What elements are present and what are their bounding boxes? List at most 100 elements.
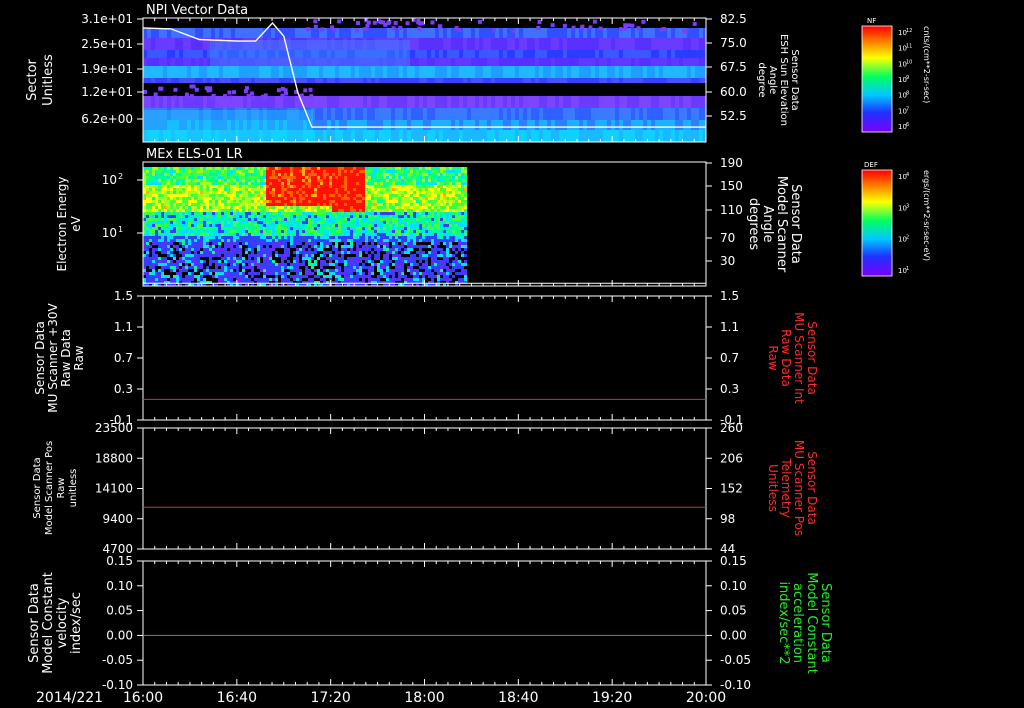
heatmap-cell: [254, 197, 258, 201]
heatmap-cell: [212, 236, 216, 240]
heatmap-cell: [326, 215, 330, 219]
heatmap-cell: [161, 227, 165, 231]
heatmap-cell: [531, 130, 536, 142]
heatmap-cell: [338, 179, 342, 183]
heatmap-cell: [344, 179, 348, 183]
heatmap-cell: [365, 206, 369, 210]
heatmap-cell: [197, 263, 201, 267]
heatmap-cell: [627, 28, 632, 38]
heatmap-cell: [230, 278, 234, 282]
heatmap-cell: [307, 66, 312, 78]
heatmap-cell: [377, 203, 381, 207]
heatmap-cell: [699, 130, 704, 142]
heatmap-cell: [245, 227, 249, 231]
heatmap-cell: [311, 66, 316, 78]
heatmap-cell: [248, 179, 252, 183]
heatmap-cell: [251, 227, 255, 231]
heatmap-cell: [239, 260, 243, 264]
heatmap-cell: [200, 215, 204, 219]
heatmap-cell: [311, 260, 315, 264]
heatmap-cell: [257, 278, 261, 282]
heatmap-cell: [215, 275, 219, 279]
heatmap-cell: [362, 242, 366, 246]
heatmap-cell: [173, 260, 177, 264]
heatmap-cell: [296, 269, 300, 273]
heatmap-cell: [362, 266, 366, 270]
heatmap-cell: [563, 78, 568, 83]
heatmap-cell: [147, 28, 152, 38]
heatmap-cell: [254, 206, 258, 210]
heatmap-cell: [254, 227, 258, 231]
heatmap-cell: [161, 263, 165, 267]
heatmap-cell: [359, 272, 363, 276]
heatmap-cell: [296, 170, 300, 174]
heatmap-cell: [254, 176, 258, 180]
heatmap-cell: [367, 108, 372, 120]
heatmap-cell: [296, 212, 300, 216]
heatmap-cell: [227, 248, 231, 252]
heatmap-cell: [218, 269, 222, 273]
heatmap-cell: [571, 78, 576, 83]
heatmap-cell: [623, 120, 628, 130]
panel-npi: NPI Vector Data 3.1e+012.5e+011.9e+011.2…: [25, 3, 800, 143]
heatmap-cell: [519, 120, 524, 130]
heatmap-cell: [341, 203, 345, 207]
heatmap-cell: [185, 263, 189, 267]
heatmap-cell: [191, 272, 195, 276]
heatmap-cell: [341, 263, 345, 267]
heatmap-cell: [224, 173, 228, 177]
heatmap-cell: [182, 260, 186, 264]
heatmap-cell: [368, 212, 372, 216]
heatmap-cell: [507, 58, 512, 66]
heatmap-cell: [363, 66, 368, 78]
heatmap-cell: [293, 218, 297, 222]
heatmap-speck: [308, 87, 313, 92]
heatmap-cell: [392, 176, 396, 180]
heatmap-cell: [359, 66, 364, 78]
heatmap-cell: [419, 120, 424, 130]
heatmap-cell: [272, 209, 276, 213]
heatmap-cell: [356, 227, 360, 231]
heatmap-cell: [194, 206, 198, 210]
heatmap-cell: [555, 28, 560, 38]
heatmap-cell: [212, 194, 216, 198]
heatmap-cell: [317, 248, 321, 252]
heatmap-cell: [515, 96, 520, 108]
heatmap-cell: [230, 203, 234, 207]
heatmap-cell: [367, 96, 372, 108]
heatmap-cell: [563, 28, 568, 38]
heatmap-cell: [317, 218, 321, 222]
heatmap-cell: [495, 96, 500, 108]
heatmap-cell: [188, 227, 192, 231]
heatmap-cell: [173, 227, 177, 231]
heatmap-cell: [281, 209, 285, 213]
heatmap-cell: [236, 203, 240, 207]
heatmap-cell: [146, 209, 150, 213]
heatmap-cell: [287, 236, 291, 240]
heatmap-cell: [383, 167, 387, 171]
heatmap-cell: [305, 266, 309, 270]
heatmap-cell: [269, 272, 273, 276]
heatmap-cell: [191, 215, 195, 219]
heatmap-cell: [215, 215, 219, 219]
heatmap-cell: [323, 108, 328, 120]
heatmap-cell: [200, 242, 204, 246]
heatmap-cell: [245, 275, 249, 279]
heatmap-cell: [161, 266, 165, 270]
heatmap-cell: [407, 120, 412, 130]
heatmap-cell: [365, 266, 369, 270]
heatmap-cell: [260, 176, 264, 180]
heatmap-cell: [338, 275, 342, 279]
heatmap-cell: [149, 278, 153, 282]
heatmap-cell: [607, 120, 612, 130]
heatmap-cell: [287, 242, 291, 246]
heatmap-cell: [245, 233, 249, 237]
heatmap-cell: [551, 28, 556, 38]
heatmap-cell: [245, 185, 249, 189]
heatmap-cell: [365, 236, 369, 240]
heatmap-cell: [317, 185, 321, 189]
heatmap-cell: [281, 245, 285, 249]
heatmap-cell: [218, 197, 222, 201]
heatmap-cell: [197, 170, 201, 174]
heatmap-cell: [179, 272, 183, 276]
